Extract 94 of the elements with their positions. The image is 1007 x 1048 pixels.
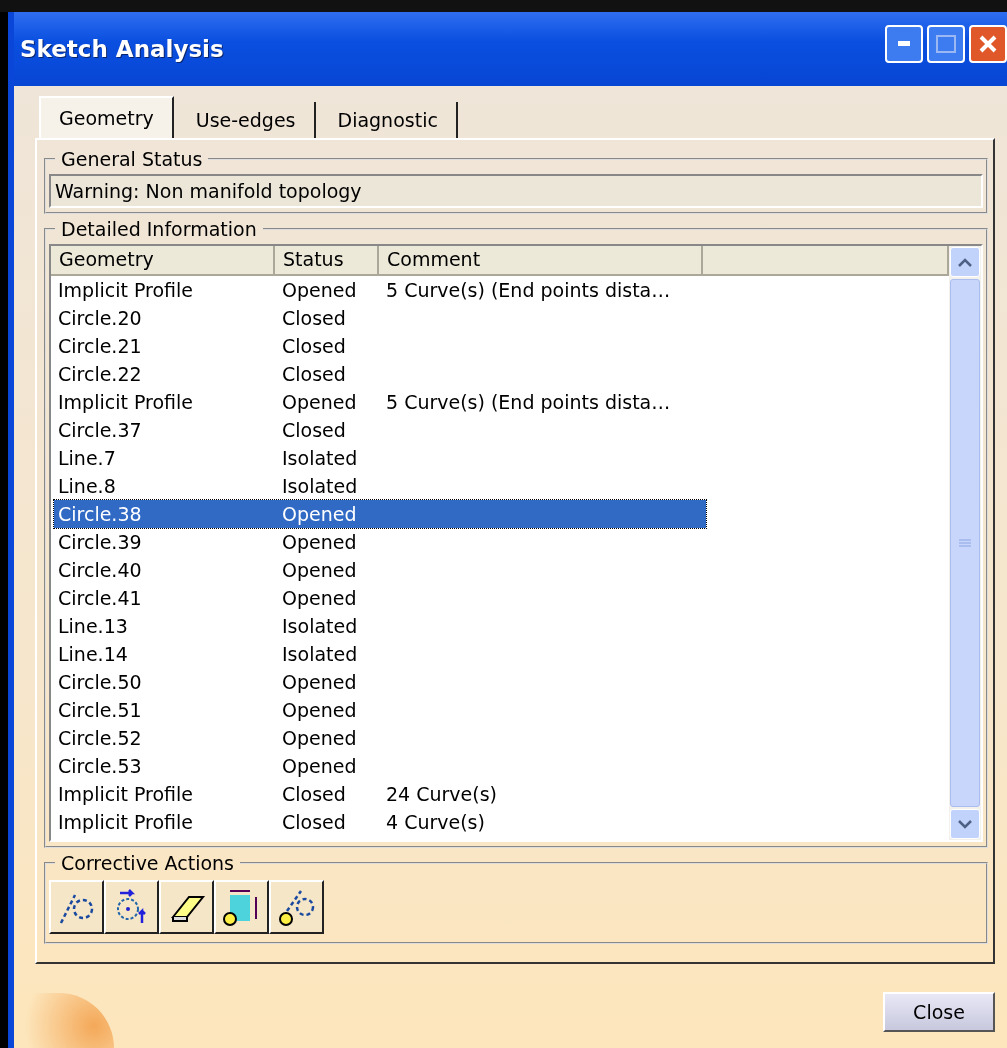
table-row[interactable]: Implicit Profile Closed 4 Curve(s) [54, 808, 706, 836]
table-cell-text: Line.13 [57, 614, 129, 639]
table-cell-text: Circle.52 [57, 726, 143, 751]
group-title: Corrective Actions [60, 852, 235, 874]
table-cell-text: Circle.21 [57, 334, 143, 359]
table-cell-text: Closed [281, 418, 347, 443]
maximize-icon [936, 35, 956, 53]
table-row[interactable]: Circle.41 Opened [54, 584, 706, 612]
scroll-up-button[interactable] [950, 247, 980, 277]
tool-button[interactable] [159, 880, 214, 934]
table-cell-text: Closed [281, 306, 347, 331]
table-cell-text: Opened [281, 390, 358, 415]
table-cell-text: Circle.40 [57, 558, 143, 583]
table-cell-text: Isolated [281, 446, 359, 471]
table-cell-text: Opened [281, 558, 358, 583]
table-cell-text: Circle.37 [57, 418, 143, 443]
table-row[interactable]: Line.13 Isolated [54, 612, 706, 640]
table-cell-text: Isolated [281, 474, 359, 499]
table-row[interactable]: Circle.52 Opened [54, 724, 706, 752]
scroll-thumb[interactable] [950, 279, 980, 807]
tab[interactable]: Diagnostic [319, 102, 458, 138]
table-cell-text: 4 Curve(s) [385, 810, 486, 835]
table-row[interactable]: Implicit Profile Opened 5 Curve(s) (End points dista… [54, 276, 706, 304]
table-row[interactable]: Circle.37 Closed [54, 416, 706, 444]
tool-button[interactable] [49, 880, 104, 934]
table-cell-text: Isolated [281, 642, 359, 667]
table-row[interactable]: Line.7 Isolated [54, 444, 706, 472]
close-window-button[interactable] [969, 25, 1007, 63]
table-cell-text: Line.14 [57, 642, 129, 667]
table-cell-text: 5 Curve(s) (End points dista… [385, 278, 672, 303]
table-row[interactable]: Circle.20 Closed [54, 304, 706, 332]
minimize-icon [898, 41, 910, 47]
tool-button[interactable] [214, 880, 269, 934]
table-cell-text: Closed [281, 782, 347, 807]
table-row[interactable]: Implicit Profile Closed 24 Curve(s) [54, 780, 706, 808]
table-cell-text: Implicit Profile [57, 810, 195, 835]
table-cell-text: Isolated [281, 614, 359, 639]
table-row[interactable]: Circle.40 Opened [54, 556, 706, 584]
table-row[interactable]: Circle.53 Opened [54, 752, 706, 780]
table-cell-text: Circle.20 [57, 306, 143, 331]
table-cell-text: Closed [281, 810, 347, 835]
table-cell-text: Implicit Profile [57, 782, 195, 807]
table-cell-text: Opened [281, 278, 358, 303]
table-row[interactable]: Circle.50 Opened [54, 668, 706, 696]
table-cell-text: Closed [281, 334, 347, 359]
tab[interactable]: Use-edges [177, 102, 316, 138]
table-cell-text: 5 Curve(s) (End points dista… [385, 390, 672, 415]
column-header[interactable]: Geometry [51, 246, 275, 276]
table-cell-text: Closed [281, 362, 347, 387]
column-header[interactable]: Status [275, 246, 379, 276]
table-cell-text: Implicit Profile [57, 278, 195, 303]
table-cell-text: Opened [281, 698, 358, 723]
tool-button[interactable] [104, 880, 159, 934]
table-cell-text: Opened [281, 754, 358, 779]
table-row[interactable]: Circle.21 Closed [54, 332, 706, 360]
table-cell-text: Opened [281, 726, 358, 751]
chevron-down-icon [958, 819, 972, 829]
table-cell-text: 24 Curve(s) [385, 782, 498, 807]
scroll-down-button[interactable] [950, 809, 980, 839]
table-cell-text: Opened [281, 670, 358, 695]
table-cell-text: Circle.39 [57, 530, 143, 555]
table-cell-text: Opened [281, 586, 358, 611]
status-message: Warning: Non manifold topology [49, 174, 983, 208]
table-cell-text: Line.8 [57, 474, 117, 499]
table-cell-text: Opened [281, 530, 358, 555]
table-row[interactable]: Line.14 Isolated [54, 640, 706, 668]
column-header[interactable]: Comment [379, 246, 703, 276]
group-title: General Status [60, 148, 204, 170]
tool-button[interactable] [269, 880, 324, 934]
table-row[interactable]: Circle.51 Opened [54, 696, 706, 724]
maximize-button[interactable] [927, 25, 965, 63]
grip-icon [959, 539, 971, 547]
table-row[interactable]: Line.8 Isolated [54, 472, 706, 500]
table-cell-text: Circle.38 [57, 502, 143, 527]
table-row[interactable]: Implicit Profile Opened 5 Curve(s) (End points dista… [54, 388, 706, 416]
table-cell-text: Circle.50 [57, 670, 143, 695]
close-button[interactable]: Close [883, 992, 995, 1032]
table-cell-text: Implicit Profile [57, 390, 195, 415]
table-row[interactable]: Circle.22 Closed [54, 360, 706, 388]
table-cell-text: Circle.51 [57, 698, 143, 723]
window-title: Sketch Analysis [20, 36, 224, 62]
table-row[interactable]: Circle.39 Opened [54, 528, 706, 556]
close-icon [978, 34, 998, 54]
table-cell-text: Circle.22 [57, 362, 143, 387]
table-cell-text: Line.7 [57, 446, 117, 471]
table-cell-text: Opened [281, 502, 358, 527]
minimize-button[interactable] [885, 25, 923, 63]
table-row[interactable]: Circle.38 Opened [54, 500, 706, 528]
scrollbar[interactable] [949, 246, 981, 840]
group-title: Detailed Information [60, 218, 258, 240]
table-cell-text: Circle.53 [57, 754, 143, 779]
table-cell-text: Circle.41 [57, 586, 143, 611]
tab[interactable]: Geometry [39, 96, 174, 138]
chevron-up-icon [958, 257, 972, 267]
